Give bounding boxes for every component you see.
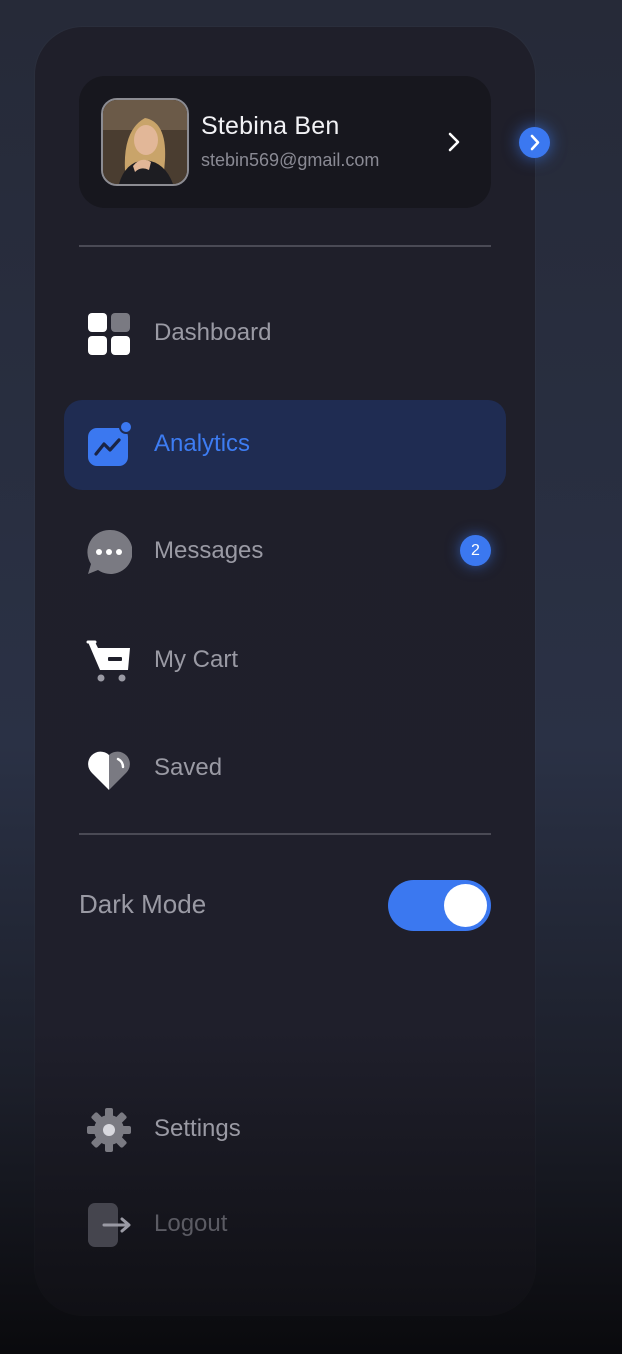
nav-label: Logout (154, 1210, 228, 1237)
analytics-chart-icon (88, 422, 132, 466)
nav-item-saved[interactable]: Saved (64, 724, 506, 814)
nav-item-logout[interactable]: Logout (64, 1185, 506, 1265)
profile-email: stebin569@gmail.com (201, 150, 380, 170)
divider (79, 245, 491, 247)
nav-item-analytics[interactable]: Analytics (64, 400, 506, 490)
avatar[interactable] (101, 98, 189, 186)
unread-count-badge: 2 (460, 535, 491, 566)
shopping-cart-icon (86, 640, 130, 682)
heart-icon (88, 751, 130, 790)
divider (79, 833, 491, 835)
profile-name: Stebina Ben (201, 112, 340, 140)
collapse-sidebar-button[interactable] (519, 127, 550, 158)
nav-item-my-cart[interactable]: My Cart (64, 616, 506, 706)
nav-item-messages[interactable]: Messages 2 (64, 507, 506, 597)
profile-card[interactable]: Stebina Ben stebin569@gmail.com (79, 76, 491, 208)
nav-label: Saved (154, 754, 223, 781)
logout-icon (88, 1203, 131, 1247)
toggle-knob (444, 884, 487, 927)
nav-item-dashboard[interactable]: Dashboard (64, 289, 506, 379)
dark-mode-toggle[interactable] (388, 880, 491, 931)
gear-icon (87, 1108, 131, 1152)
nav-item-settings[interactable]: Settings (64, 1090, 506, 1170)
chevron-right-icon[interactable] (443, 128, 467, 156)
chat-bubble-icon (87, 529, 132, 574)
nav-label: My Cart (154, 646, 238, 673)
nav-label: Dashboard (154, 319, 272, 346)
dark-mode-label: Dark Mode (79, 889, 207, 919)
nav-label: Messages (154, 537, 264, 564)
chevron-right-icon (530, 134, 540, 151)
nav-label: Analytics (154, 430, 251, 457)
dashboard-grid-icon (88, 313, 130, 355)
nav-label: Settings (154, 1115, 241, 1142)
